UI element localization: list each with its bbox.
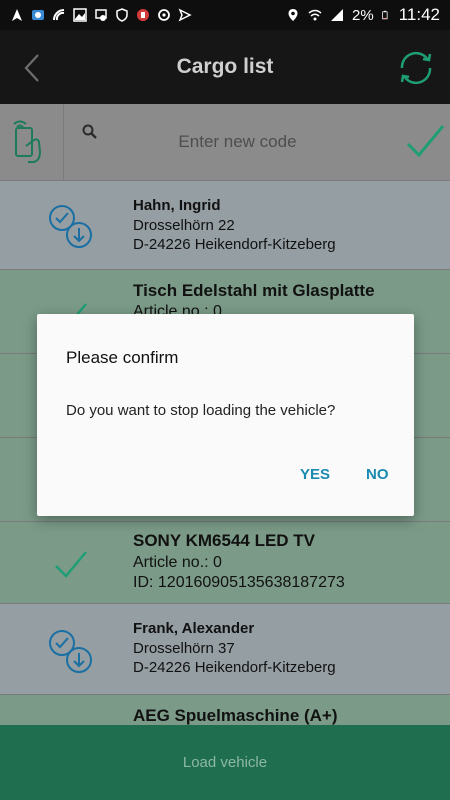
dialog-message: Do you want to stop loading the vehicle? [66,402,336,419]
no-button[interactable]: NO [360,462,395,487]
confirm-dialog: Please confirm Do you want to stop loadi… [37,314,414,516]
yes-button[interactable]: YES [294,462,336,487]
dialog-title: Please confirm [66,348,179,367]
